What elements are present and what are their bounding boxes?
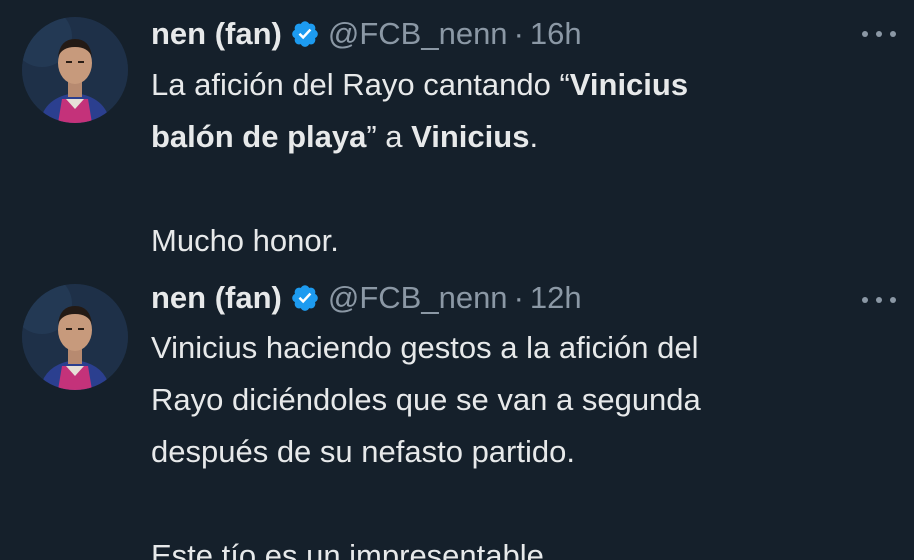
display-name[interactable]: nen (fan) — [151, 14, 282, 54]
timestamp[interactable]: 16h — [530, 14, 582, 54]
avatar-image — [22, 284, 128, 390]
tweet[interactable]: nen (fan) @FCB_nenn · 12h Vinicius hacie… — [0, 270, 914, 560]
separator-dot: · — [513, 280, 524, 315]
tweet-text: Vinicius haciendo gestos a la afición de… — [151, 322, 874, 560]
tweet[interactable]: nen (fan) @FCB_nenn · 16h La afición del… — [0, 0, 914, 270]
user-handle[interactable]: @FCB_nenn — [328, 278, 508, 318]
tweet-header: nen (fan) @FCB_nenn · 12h — [151, 278, 582, 318]
tweet-text-line: Mucho honor. — [151, 223, 339, 258]
verified-badge-icon[interactable] — [290, 19, 320, 49]
avatar[interactable] — [22, 17, 128, 123]
tweet-text-line: Este tío es un impresentable. — [151, 538, 553, 560]
tweet-header: nen (fan) @FCB_nenn · 16h — [151, 14, 582, 54]
tweet-text-line: La afición del Rayo cantando “Vinicius — [151, 67, 689, 102]
verified-badge-icon[interactable] — [290, 283, 320, 313]
tweet-text-line: después de su nefasto partido. — [151, 434, 575, 469]
avatar[interactable] — [22, 284, 128, 390]
tweet-text-line: Vinicius haciendo gestos a la afición de… — [151, 330, 699, 365]
more-horizontal-icon[interactable] — [862, 28, 896, 40]
user-handle[interactable]: @FCB_nenn — [328, 14, 508, 54]
display-name[interactable]: nen (fan) — [151, 278, 282, 318]
timestamp[interactable]: 12h — [530, 278, 582, 318]
separator-dot: · — [513, 16, 524, 51]
more-horizontal-icon[interactable] — [862, 294, 896, 306]
tweet-text-line: Rayo diciéndoles que se van a segunda — [151, 382, 701, 417]
tweet-text-line: balón de playa” a Vinicius. — [151, 119, 539, 154]
avatar-image — [22, 17, 128, 123]
tweet-text: La afición del Rayo cantando “Vinicius b… — [151, 59, 874, 267]
